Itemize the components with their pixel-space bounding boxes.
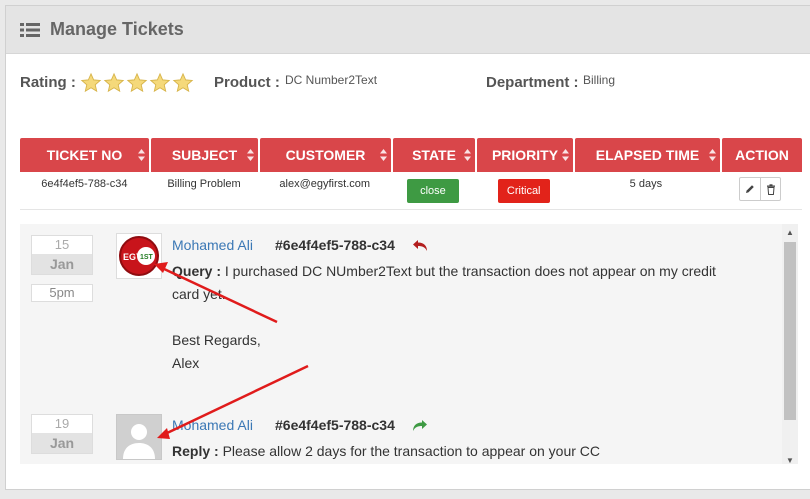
message-date: 15 Jan	[31, 235, 93, 275]
rating-stars	[80, 72, 195, 94]
subject-cell: Billing Problem	[167, 178, 241, 190]
author-link[interactable]: Mohamed Ali	[172, 417, 253, 433]
message-body: Query : I purchased DC NUmber2Text but t…	[172, 260, 732, 375]
customer-cell: alex@egyfirst.com	[279, 178, 371, 190]
forward-icon[interactable]	[412, 419, 428, 433]
column-subject[interactable]: SUBJECT	[151, 138, 258, 172]
message-kind: Query :	[172, 263, 222, 279]
star-icon	[149, 72, 171, 93]
message-kind: Reply :	[172, 443, 219, 459]
ticket-ref: #6e4f4ef5-788-c34	[275, 237, 395, 253]
avatar: EGY 1ST	[116, 233, 162, 279]
column-ticket-no[interactable]: TICKET NO	[20, 138, 149, 172]
message-body: Reply : Please allow 2 days for the tran…	[172, 440, 732, 463]
message-text: Please allow 2 days for the transaction …	[218, 443, 601, 459]
scrollbar-thumb[interactable]	[784, 242, 796, 420]
elapsed-cell: 5 days	[629, 178, 663, 190]
message-signoff: Best Regards,	[172, 332, 261, 348]
page-title: Manage Tickets	[50, 19, 184, 39]
conversation-thread[interactable]: 15 Jan 5pm EGY 1ST Mohamed Ali #6e4f4ef5…	[20, 224, 798, 464]
sort-icon	[380, 149, 387, 161]
message-date: 19 Jan	[31, 414, 93, 454]
star-icon	[172, 72, 194, 93]
author-link[interactable]: Mohamed Ali	[172, 237, 253, 253]
column-action: ACTION	[722, 138, 802, 172]
product-label: Product :	[214, 74, 280, 91]
user-placeholder-icon	[123, 424, 155, 459]
trash-icon	[766, 183, 775, 195]
sort-icon	[562, 149, 569, 161]
column-priority[interactable]: PRIORITY	[477, 138, 573, 172]
sort-icon	[709, 149, 716, 161]
panel-header: Manage Tickets	[6, 6, 810, 54]
product-value: DC Number2Text	[285, 73, 378, 87]
column-elapsed-time[interactable]: ELAPSED TIME	[575, 138, 720, 172]
reply-icon[interactable]	[412, 239, 428, 253]
column-customer[interactable]: CUSTOMER	[260, 138, 391, 172]
message-signature: Alex	[172, 355, 200, 371]
date-month: Jan	[32, 254, 92, 274]
star-icon	[103, 72, 125, 93]
date-day: 15	[54, 237, 70, 252]
state-cell: close	[392, 172, 474, 209]
tickets-table: TICKET NO SUBJECT CUSTOMER STATE PRIORIT…	[20, 138, 802, 210]
state-badge[interactable]: close	[406, 179, 459, 203]
pencil-icon	[746, 185, 754, 193]
avatar	[116, 414, 162, 460]
star-icon	[80, 72, 102, 93]
action-buttons	[739, 177, 782, 201]
date-month: Jan	[32, 433, 92, 453]
star-icon	[126, 72, 148, 93]
table-row[interactable]: 6e4f4ef5-788-c34 Billing Problem alex@eg…	[20, 172, 802, 210]
delete-button[interactable]	[760, 178, 780, 200]
column-state[interactable]: STATE	[393, 138, 475, 172]
sort-icon	[247, 149, 254, 161]
ticket-no-cell: 6e4f4ef5-788-c34	[41, 178, 128, 190]
scroll-up-icon[interactable]: ▲	[786, 228, 794, 237]
department-label: Department :	[486, 74, 579, 91]
table-header: TICKET NO SUBJECT CUSTOMER STATE PRIORIT…	[20, 138, 802, 172]
edit-button[interactable]	[740, 178, 760, 200]
ticket-meta: Rating : Product : DC Number2Text Depart…	[14, 72, 794, 96]
list-icon	[20, 22, 40, 37]
scroll-down-icon[interactable]: ▼	[786, 456, 794, 464]
priority-badge: Critical	[497, 179, 550, 203]
message-time: 5pm	[31, 284, 93, 302]
ticket-ref: #6e4f4ef5-788-c34	[275, 417, 395, 433]
sort-icon	[138, 149, 145, 161]
message-text: I purchased DC NUmber2Text but the trans…	[172, 263, 716, 302]
date-day: 19	[54, 416, 70, 431]
department-value: Billing	[583, 73, 616, 87]
priority-cell: Critical	[476, 172, 572, 209]
svg-text:1ST: 1ST	[140, 254, 154, 261]
action-cell	[720, 172, 800, 209]
company-logo: EGY 1ST	[119, 236, 159, 276]
sort-icon	[464, 149, 471, 161]
scrollbar[interactable]: ▲ ▼	[782, 224, 798, 464]
rating-label: Rating :	[20, 74, 76, 91]
